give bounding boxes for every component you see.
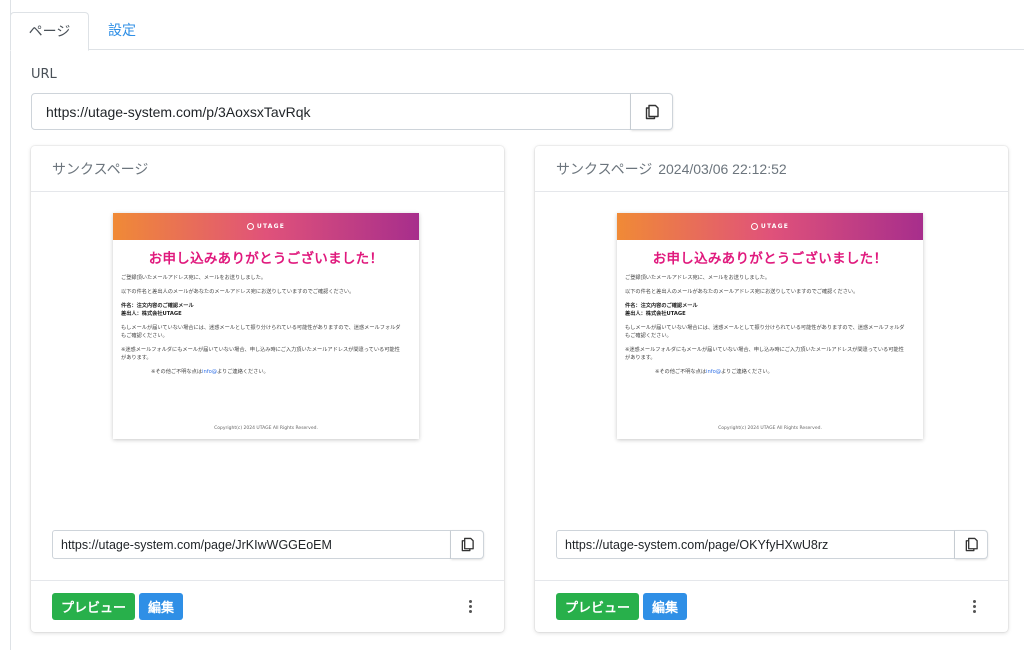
thumbnail-body: ご登録頂いたメールアドレス宛に、メールをお送りしました。 以下の件名と差出人のメ…: [113, 274, 403, 376]
utage-logo-icon: [246, 223, 254, 230]
thumbnail-text: ※迷惑メールフォルダにもメールが届いていない場合、申し込み時にご入力頂いたメール…: [625, 347, 904, 361]
thumbnail-text: 以下の件名と差出人のメールがあなたのメールアドレス宛にお送りしていますのでご確認…: [121, 289, 355, 295]
copy-icon: [461, 537, 474, 552]
thumbnail-body: ご登録頂いたメールアドレス宛に、メールをお送りしました。 以下の件名と差出人のメ…: [617, 274, 907, 376]
thumbnail-brand: UTAGE: [256, 223, 286, 230]
thumbnail-header-bar: UTAGE: [617, 213, 923, 240]
url-input-group: [31, 93, 673, 130]
thumbnail-text: もしメールが届いていない場合には、迷惑メールとして振り分けられている可能性があり…: [121, 325, 401, 339]
thanks-page-card-1: サンクスページ UTAGE お申し込みありがとうございました！ ご登録頂いたメー…: [31, 146, 504, 632]
url-label: URL: [31, 67, 57, 82]
copy-url-button[interactable]: [631, 93, 673, 130]
card-header: サンクスページ: [31, 146, 504, 192]
utage-logo-icon: [750, 223, 758, 230]
card-timestamp: 2024/03/06 22:12:52: [658, 161, 787, 177]
copy-card-url-button[interactable]: [451, 530, 484, 559]
thumbnail-text-segment: よりご連絡ください。: [216, 369, 269, 375]
thumbnail-header-bar: UTAGE: [113, 213, 419, 240]
thumbnail-text: ご登録頂いたメールアドレス宛に、メールをお送りしました。: [121, 275, 267, 281]
thumbnail-link: info@: [706, 369, 721, 375]
thumbnail-text: もしメールが届いていない場合には、迷惑メールとして振り分けられている可能性があり…: [625, 325, 905, 339]
thumbnail-brand: UTAGE: [760, 223, 790, 230]
thumbnail-copyright: Copyright(c) 2024 UTAGE All Rights Reser…: [214, 426, 318, 431]
tab-bar: ページ 設定: [10, 12, 1024, 51]
thumbnail-subject: 件名：注文内容のご確認メール: [121, 303, 194, 309]
url-field[interactable]: [31, 93, 631, 130]
thumbnail-text: ※その他ご不明な点はinfo@よりご連絡ください。: [625, 368, 907, 376]
card-title: サンクスページ: [52, 161, 149, 177]
tab-page[interactable]: ページ: [10, 12, 89, 51]
tab-settings[interactable]: 設定: [94, 12, 150, 51]
thumbnail-text-group: 件名：注文内容のご確認メール 差出人：株式会社UTAGE: [625, 302, 907, 318]
thumbnail-sender: 差出人：株式会社UTAGE: [625, 311, 686, 317]
thumbnail-text-segment: ※その他ご不明な点は: [655, 369, 707, 375]
preview-button[interactable]: プレビュー: [556, 593, 640, 620]
thumbnail-text: ※迷惑メールフォルダにもメールが届いていない場合、申し込み時にご入力頂いたメール…: [121, 347, 400, 361]
edit-button[interactable]: 編集: [643, 593, 688, 620]
thumbnail-subject: 件名：注文内容のご確認メール: [625, 303, 698, 309]
kebab-menu-icon[interactable]: [460, 595, 480, 619]
card-title: サンクスページ: [556, 161, 653, 177]
thumbnail-copyright: Copyright(c) 2024 UTAGE All Rights Reser…: [718, 426, 822, 431]
thumbnail-text: ご登録頂いたメールアドレス宛に、メールをお送りしました。: [625, 275, 771, 281]
thumbnail-sender: 差出人：株式会社UTAGE: [121, 311, 182, 317]
copy-icon: [965, 537, 978, 552]
edit-button[interactable]: 編集: [139, 593, 184, 620]
thumbnail-text-segment: よりご連絡ください。: [720, 369, 773, 375]
card-footer: プレビュー 編集: [535, 580, 1008, 632]
card-url-field[interactable]: [556, 530, 955, 559]
thumbnail-link: info@: [202, 369, 217, 375]
card-url-group: [52, 530, 484, 559]
thumbnail-text: 以下の件名と差出人のメールがあなたのメールアドレス宛にお送りしていますのでご確認…: [625, 289, 859, 295]
card-url-field[interactable]: [52, 530, 451, 559]
card-footer: プレビュー 編集: [31, 580, 504, 632]
card-header: サンクスページ 2024/03/06 22:12:52: [535, 146, 1008, 192]
card-url-group: [556, 530, 988, 559]
thumbnail-text-group: 件名：注文内容のご確認メール 差出人：株式会社UTAGE: [121, 302, 403, 318]
thumbnail-title: お申し込みありがとうございました！: [148, 251, 384, 267]
page-left-border: [10, 0, 11, 650]
kebab-menu-icon[interactable]: [964, 595, 984, 619]
thumbnail-text: ※その他ご不明な点はinfo@よりご連絡ください。: [121, 368, 403, 376]
copy-icon: [645, 104, 659, 119]
thumbnail-text-segment: ※その他ご不明な点は: [151, 369, 203, 375]
thanks-page-card-2: サンクスページ 2024/03/06 22:12:52 UTAGE お申し込みあ…: [535, 146, 1008, 632]
preview-button[interactable]: プレビュー: [52, 593, 136, 620]
page-thumbnail[interactable]: UTAGE お申し込みありがとうございました！ ご登録頂いたメールアドレス宛に、…: [113, 213, 419, 439]
copy-card-url-button[interactable]: [955, 530, 988, 559]
page-thumbnail[interactable]: UTAGE お申し込みありがとうございました！ ご登録頂いたメールアドレス宛に、…: [617, 213, 923, 439]
thumbnail-title: お申し込みありがとうございました！: [652, 251, 888, 267]
